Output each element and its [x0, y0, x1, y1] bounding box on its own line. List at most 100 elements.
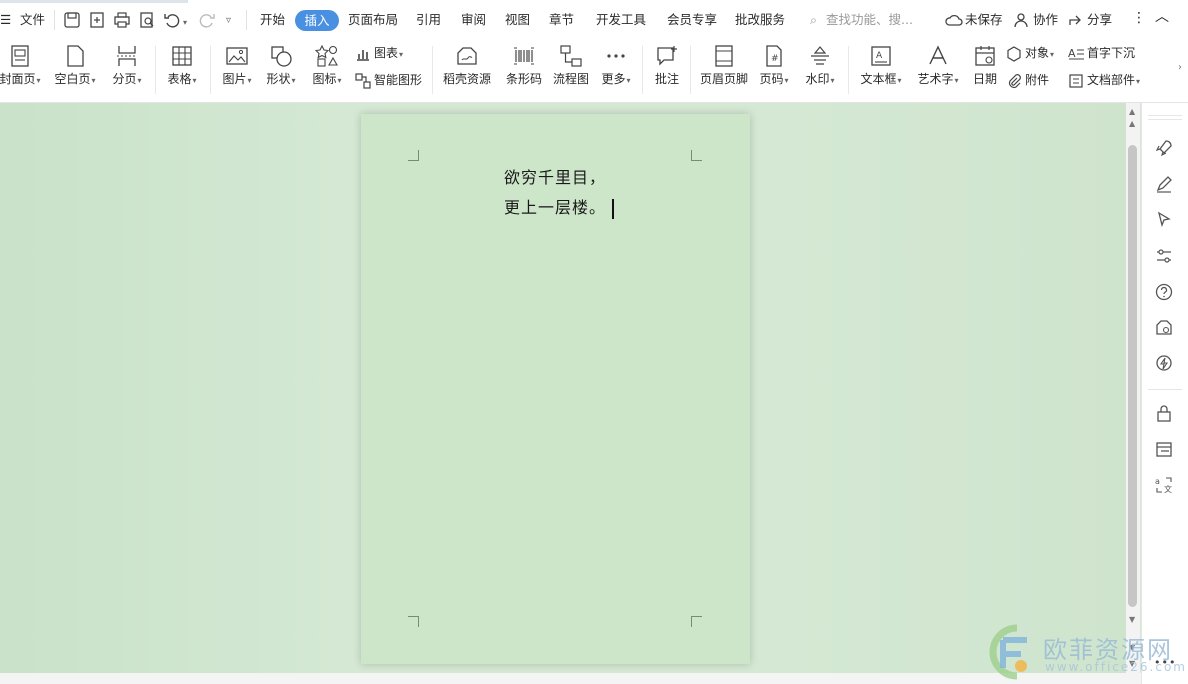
margin-corner-mark: [691, 150, 702, 161]
divider: [246, 10, 247, 30]
flowchart-label: 流程图: [552, 72, 589, 86]
translate-icon[interactable]: a文: [1154, 475, 1174, 495]
lock-icon[interactable]: [1154, 403, 1174, 423]
svg-text:A: A: [876, 51, 883, 61]
chevron-right-icon[interactable]: ›: [1178, 62, 1182, 73]
scrollbar-thumb[interactable]: [1128, 145, 1137, 607]
tab-review[interactable]: 审阅: [461, 12, 486, 28]
barcode-button[interactable]: 条形码: [504, 44, 544, 96]
shape-label: 形状: [266, 72, 291, 86]
blank-page-button[interactable]: 空白页▾: [52, 44, 98, 96]
docer-icon: [457, 47, 477, 65]
outline-icon[interactable]: [1154, 439, 1174, 459]
select-cursor-icon[interactable]: [1154, 210, 1174, 230]
docer-resources-button[interactable]: 稻壳资源: [441, 44, 493, 96]
page-number-button[interactable]: # 页码▾: [756, 44, 792, 96]
object-button[interactable]: 对象▾: [1006, 44, 1054, 62]
page-break-button[interactable]: 分页▾: [108, 44, 146, 96]
drop-cap-icon: A: [1068, 47, 1084, 60]
drop-cap-button[interactable]: A 首字下沉: [1068, 44, 1135, 62]
chart-button[interactable]: 图表▾: [355, 44, 403, 62]
icon-button[interactable]: 图标▾: [308, 44, 346, 96]
pen-icon[interactable]: [1154, 174, 1174, 194]
doc-parts-button[interactable]: 文档部件▾: [1068, 71, 1140, 89]
picture-label: 图片: [222, 72, 247, 86]
flowchart-button[interactable]: 流程图: [551, 44, 591, 96]
vertical-scrollbar[interactable]: ▲ ▲ ▼ ▼ ▼: [1126, 103, 1140, 673]
tab-member[interactable]: 会员专享: [667, 12, 717, 28]
chart-icon: [357, 49, 369, 61]
watermark-button[interactable]: 水印▾: [802, 44, 838, 96]
sliders-icon[interactable]: [1154, 246, 1174, 266]
watermark-icon: [811, 46, 829, 65]
scroll-up-icon[interactable]: ▲: [1129, 119, 1135, 128]
collaborate-button[interactable]: 协作: [1033, 12, 1058, 28]
word-art-label: 艺术字: [917, 72, 954, 86]
document-page[interactable]: 欲穷千里目， 更上一层楼。: [361, 114, 750, 664]
comment-icon: [657, 46, 677, 66]
icon-label: 图标: [312, 72, 337, 86]
undo-icon[interactable]: [162, 10, 182, 30]
more-options-icon[interactable]: ⋮: [1132, 10, 1146, 26]
ribbon-divider: [432, 46, 433, 94]
customize-toolbar-icon[interactable]: ▿: [226, 13, 231, 29]
resource-icon[interactable]: [1154, 318, 1174, 338]
unsaved-status[interactable]: 未保存: [965, 12, 1003, 28]
tab-page-layout[interactable]: 页面布局: [348, 12, 398, 28]
help-icon[interactable]: [1154, 282, 1174, 302]
date-button[interactable]: 日期: [970, 44, 1000, 96]
calendar-icon: [975, 46, 995, 66]
save-icon[interactable]: [62, 10, 82, 30]
lightning-icon[interactable]: [1154, 354, 1174, 374]
scroll-up-icon[interactable]: ▲: [1129, 107, 1135, 116]
share-button[interactable]: 分享: [1087, 12, 1112, 28]
file-menu[interactable]: 文件: [20, 12, 45, 28]
redo-icon[interactable]: [197, 10, 217, 30]
tab-view[interactable]: 视图: [505, 12, 530, 28]
hamburger-icon[interactable]: ☰: [0, 12, 11, 28]
poem-line-1[interactable]: 欲穷千里目，: [504, 164, 606, 188]
text-box-button[interactable]: A 文本框▾: [857, 44, 905, 96]
watermark-label: 水印: [805, 72, 830, 86]
ribbon-divider: [848, 46, 849, 94]
blank-page-label: 空白页: [54, 72, 91, 86]
search-icon[interactable]: ⌕: [810, 12, 817, 28]
header-footer-button[interactable]: 页眉页脚: [698, 44, 750, 96]
poem-line-2[interactable]: 更上一层楼。: [504, 194, 615, 219]
print-icon[interactable]: [112, 10, 132, 30]
undo-dropdown-icon[interactable]: ▾: [183, 15, 187, 31]
text-box-icon: A: [871, 46, 891, 66]
tab-developer[interactable]: 开发工具: [596, 12, 646, 28]
tab-home[interactable]: 开始: [260, 12, 285, 28]
shape-icon: [271, 46, 292, 67]
export-icon[interactable]: [87, 10, 107, 30]
collapse-ribbon-icon[interactable]: ︿: [1155, 9, 1169, 25]
page-break-label: 分页: [112, 72, 137, 86]
ribbon-scroll-right[interactable]: ›: [1176, 40, 1188, 102]
smart-graphic-button[interactable]: 智能图形: [355, 71, 422, 89]
comment-button[interactable]: 批注: [650, 44, 684, 96]
shape-button[interactable]: 形状▾: [262, 44, 300, 96]
object-icon: [1007, 45, 1021, 62]
ribbon-divider: [210, 46, 211, 94]
smart-graphic-label: 智能图形: [374, 73, 423, 87]
rocket-icon[interactable]: [1154, 138, 1174, 158]
cover-page-button[interactable]: 封面页▾: [0, 44, 42, 96]
tab-insert[interactable]: 插入: [295, 10, 339, 31]
word-art-button[interactable]: 艺术字▾: [914, 44, 962, 96]
text-cursor: [612, 198, 615, 219]
cover-page-label: 封面页: [0, 72, 36, 86]
more-button[interactable]: 更多▾: [598, 44, 634, 96]
print-preview-icon[interactable]: [137, 10, 157, 30]
tab-references[interactable]: 引用: [416, 12, 441, 28]
tab-correction[interactable]: 批改服务: [735, 12, 785, 28]
site-watermark: 欧菲资源网 www.office26.com: [987, 622, 1187, 684]
tab-chapter[interactable]: 章节: [549, 12, 574, 28]
picture-button[interactable]: 图片▾: [218, 44, 256, 96]
table-button[interactable]: 表格▾: [163, 44, 201, 96]
attachment-label: 附件: [1025, 73, 1050, 87]
attachment-button[interactable]: 附件: [1006, 71, 1049, 89]
right-sidebar: a文 •••: [1141, 103, 1188, 684]
search-input[interactable]: 查找功能、搜...: [826, 12, 913, 28]
object-label: 对象: [1025, 46, 1050, 60]
